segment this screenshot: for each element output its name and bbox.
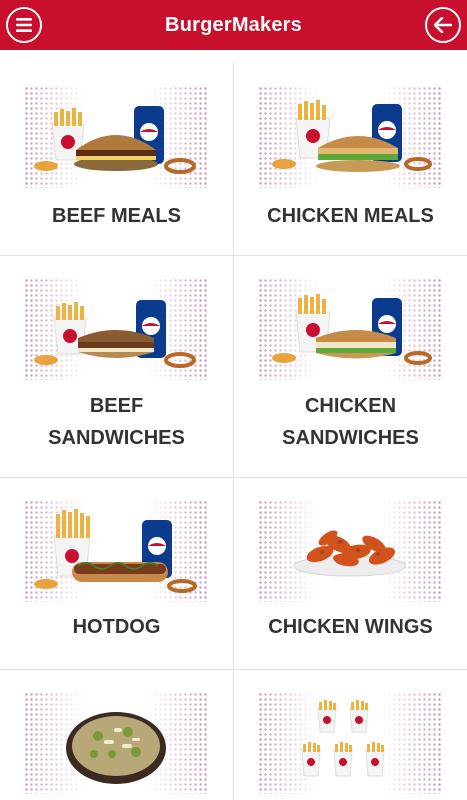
category-label-line1: CHICKEN (304, 395, 397, 417)
salad-bowl-image (24, 692, 208, 794)
beef-sandwich-combo-image (24, 278, 208, 380)
back-arrow-icon (434, 17, 452, 33)
hotdog-combo-image (24, 500, 208, 602)
category-beef-sandwiches[interactable]: BEEF SANDWICHES (0, 256, 233, 477)
chicken-meal-combo-image (258, 86, 442, 188)
category-hotdog[interactable]: HOTDOG (0, 478, 233, 669)
category-label: CHICKEN WINGS (268, 616, 433, 638)
category-chicken-sandwiches[interactable]: CHICKEN SANDWICHES (234, 256, 467, 477)
category-chicken-meals[interactable]: CHICKEN MEALS (234, 50, 467, 255)
menu-button[interactable] (6, 7, 42, 43)
beef-meal-combo-image (24, 86, 208, 188)
category-chicken-wings[interactable]: CHICKEN WINGS (234, 478, 467, 669)
chicken-wings-plate-image (258, 500, 442, 602)
chicken-sandwich-combo-image (258, 278, 442, 380)
category-label-line2: SANDWICHES (48, 427, 185, 449)
fries-cups-image (258, 692, 442, 794)
category-label: CHICKEN MEALS (267, 205, 434, 227)
hamburger-menu-icon (16, 18, 32, 32)
category-grid: BEEF MEALS CHICKEN MEALS BEEF SANDWICHES… (0, 50, 467, 800)
category-label-line2: SANDWICHES (282, 427, 419, 449)
category-label: BEEF MEALS (52, 205, 181, 227)
category-salad[interactable] (0, 670, 233, 800)
app-bar: BurgerMakers (0, 0, 467, 50)
category-fries[interactable] (234, 670, 467, 800)
app-title: BurgerMakers (165, 13, 302, 36)
category-label-line1: BEEF (89, 395, 144, 417)
category-beef-meals[interactable]: BEEF MEALS (0, 50, 233, 255)
category-label: HOTDOG (72, 616, 161, 638)
back-button[interactable] (425, 7, 461, 43)
